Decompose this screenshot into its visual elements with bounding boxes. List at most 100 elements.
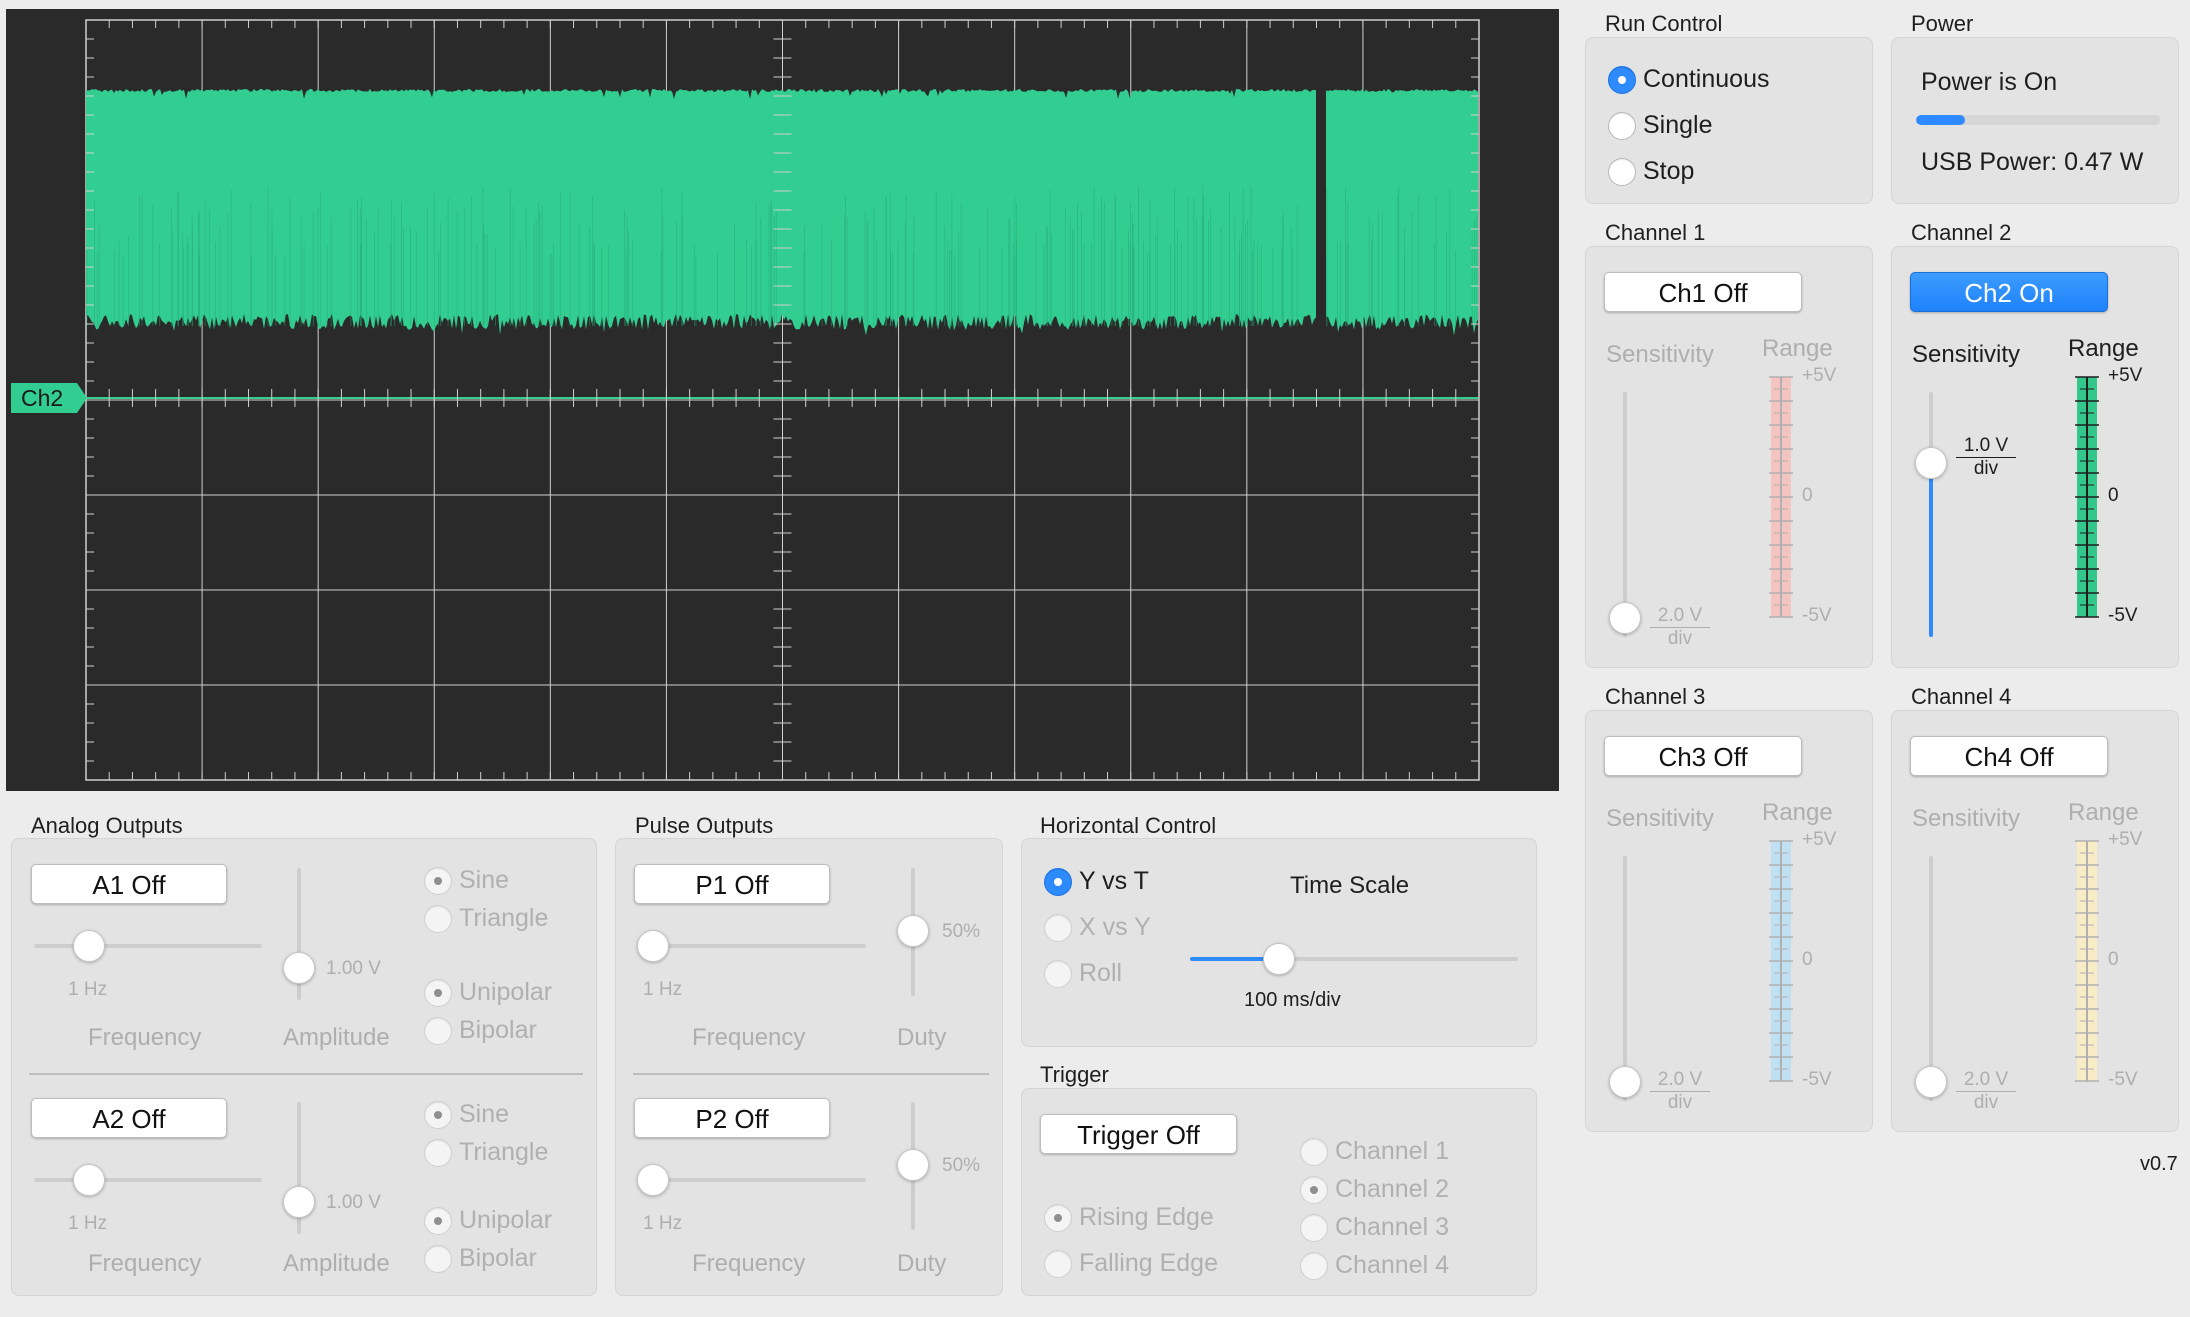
- a1-toggle-button[interactable]: A1 Off: [31, 864, 227, 904]
- scope-display[interactable]: Ch2: [6, 9, 1559, 791]
- trigger-channel-1-radio[interactable]: Channel 1: [1300, 1137, 1449, 1166]
- power-status: Power is On: [1921, 68, 2058, 96]
- radio-label: Bipolar: [459, 1244, 537, 1272]
- a2-sine-radio[interactable]: Sine: [424, 1100, 509, 1129]
- channel-4-toggle-button[interactable]: Ch4 Off: [1910, 736, 2108, 776]
- run-single-radio[interactable]: Single: [1608, 111, 1713, 140]
- radio-label: Channel 4: [1335, 1251, 1449, 1279]
- radio-dot: [424, 904, 452, 933]
- p2-frequency-value: 1 Hz: [643, 1213, 683, 1234]
- ch2-marker[interactable]: Ch2: [11, 383, 87, 413]
- sensitivity-value-num: 1.0 V: [1956, 435, 2016, 458]
- sensitivity-value-num: 2.0 V: [1956, 1069, 2016, 1092]
- p2-toggle-button[interactable]: P2 Off: [634, 1098, 830, 1138]
- p2-frequency-slider[interactable]: [637, 1164, 669, 1196]
- a2-bipolar-radio[interactable]: Bipolar: [424, 1244, 537, 1273]
- radio-label: Sine: [459, 866, 510, 894]
- mode-y-vs-t-radio[interactable]: Y vs T: [1044, 867, 1149, 896]
- a2-toggle-button[interactable]: A2 Off: [31, 1098, 227, 1138]
- run-control-title: Run Control: [1605, 11, 1723, 36]
- p2-frequency-label: Frequency: [692, 1250, 806, 1277]
- a1-bipolar-radio[interactable]: Bipolar: [424, 1016, 537, 1045]
- run-control-panel: Continuous Single Stop: [1585, 37, 1873, 204]
- p1-duty-slider[interactable]: [897, 915, 929, 947]
- radio-dot: [424, 1016, 452, 1045]
- a2-frequency-slider[interactable]: [73, 1164, 105, 1196]
- sensitivity-value: 2.0 Vdiv: [1650, 1069, 1710, 1114]
- sensitivity-value-unit: div: [1973, 1092, 1999, 1113]
- channel-1-title: Channel 1: [1605, 220, 1706, 245]
- channel-2-panel: Ch2 On Sensitivity Range 1.0 Vdiv +5V 0 -5V: [1891, 246, 2179, 668]
- sensitivity-slider[interactable]: [1609, 1066, 1641, 1098]
- trigger-channel-4-radio[interactable]: Channel 4: [1300, 1251, 1449, 1280]
- sensitivity-slider[interactable]: [1915, 447, 1947, 479]
- channel-3-toggle-button[interactable]: Ch3 Off: [1604, 736, 1802, 776]
- sensitivity-track[interactable]: [1623, 856, 1627, 1101]
- channel-2-toggle-button[interactable]: Ch2 On: [1910, 272, 2108, 312]
- radio-dot: [1300, 1213, 1328, 1242]
- p2-duty-value: 50%: [942, 1155, 981, 1176]
- range-top-label: +5V: [1802, 829, 1837, 850]
- sensitivity-label: Sensitivity: [1606, 341, 1715, 368]
- run-stop-radio[interactable]: Stop: [1608, 157, 1694, 186]
- radio-dot: [1300, 1251, 1328, 1280]
- mode-x-vs-y-radio[interactable]: X vs Y: [1044, 913, 1151, 942]
- radio-dot: [424, 978, 452, 1007]
- a2-unipolar-radio[interactable]: Unipolar: [424, 1206, 552, 1235]
- channel-3-title: Channel 3: [1605, 684, 1706, 709]
- a2-triangle-radio[interactable]: Triangle: [424, 1138, 548, 1167]
- a2-amplitude-slider[interactable]: [283, 1186, 315, 1218]
- p1-frequency-track[interactable]: [638, 944, 866, 948]
- p1-toggle-button[interactable]: P1 Off: [634, 864, 830, 904]
- sensitivity-track[interactable]: [1623, 392, 1627, 637]
- radio-dot: [424, 1138, 452, 1167]
- a1-frequency-track[interactable]: [34, 944, 262, 948]
- power-title: Power: [1911, 11, 1974, 36]
- a1-frequency-label: Frequency: [88, 1024, 202, 1051]
- a1-sine-radio[interactable]: Sine: [424, 866, 509, 895]
- horizontal-control-title: Horizontal Control: [1040, 813, 1217, 838]
- range-mid-label: 0: [2108, 949, 2119, 970]
- p2-frequency-track[interactable]: [638, 1178, 866, 1182]
- a1-frequency-slider[interactable]: [73, 930, 105, 962]
- radio-dot: [1044, 1249, 1072, 1278]
- power-panel: Power is On USB Power: 0.47 W: [1891, 37, 2179, 204]
- trigger-falling-edge-radio[interactable]: Falling Edge: [1044, 1249, 1218, 1278]
- sensitivity-label: Sensitivity: [1912, 805, 2021, 832]
- range-bottom-label: -5V: [1802, 1069, 1832, 1090]
- sensitivity-value: 2.0 Vdiv: [1956, 1069, 2016, 1114]
- channel-4-panel: Ch4 Off Sensitivity Range 2.0 Vdiv +5V 0 -5V: [1891, 710, 2179, 1132]
- time-scale-label: Time Scale: [1290, 872, 1410, 899]
- analog-divider: [29, 1073, 583, 1075]
- sensitivity-slider[interactable]: [1915, 1066, 1947, 1098]
- p1-frequency-slider[interactable]: [637, 930, 669, 962]
- radio-label: Triangle: [459, 904, 549, 932]
- channel-1-toggle-button[interactable]: Ch1 Off: [1604, 272, 1802, 312]
- radio-dot: [1044, 1203, 1072, 1232]
- a1-unipolar-radio[interactable]: Unipolar: [424, 978, 552, 1007]
- a1-amplitude-slider[interactable]: [283, 952, 315, 984]
- run-continuous-radio[interactable]: Continuous: [1608, 65, 1769, 94]
- ch2-trace: [86, 89, 1478, 336]
- sensitivity-slider[interactable]: [1609, 602, 1641, 634]
- radio-dot: [424, 866, 452, 895]
- time-scale-slider[interactable]: [1262, 943, 1295, 975]
- a1-triangle-radio[interactable]: Triangle: [424, 904, 548, 933]
- ch2-marker-label: Ch2: [21, 385, 64, 411]
- radio-dot: [1044, 959, 1072, 988]
- trigger-channel-2-radio[interactable]: Channel 2: [1300, 1175, 1449, 1204]
- trigger-rising-edge-radio[interactable]: Rising Edge: [1044, 1203, 1214, 1232]
- trigger-toggle-button[interactable]: Trigger Off: [1040, 1114, 1237, 1154]
- range-bottom-label: -5V: [2108, 605, 2138, 626]
- radio-dot: [1044, 913, 1072, 942]
- trigger-channel-3-radio[interactable]: Channel 3: [1300, 1213, 1449, 1242]
- a2-frequency-track[interactable]: [34, 1178, 262, 1182]
- a1-frequency-value: 1 Hz: [68, 979, 108, 1000]
- sensitivity-fill: [1929, 467, 1933, 637]
- radio-label: Channel 1: [1335, 1137, 1449, 1165]
- mode-roll-radio[interactable]: Roll: [1044, 959, 1122, 988]
- p2-duty-slider[interactable]: [897, 1149, 929, 1181]
- sensitivity-track[interactable]: [1929, 856, 1933, 1101]
- radio-label: Unipolar: [459, 1206, 553, 1234]
- radio-label: Stop: [1643, 157, 1695, 185]
